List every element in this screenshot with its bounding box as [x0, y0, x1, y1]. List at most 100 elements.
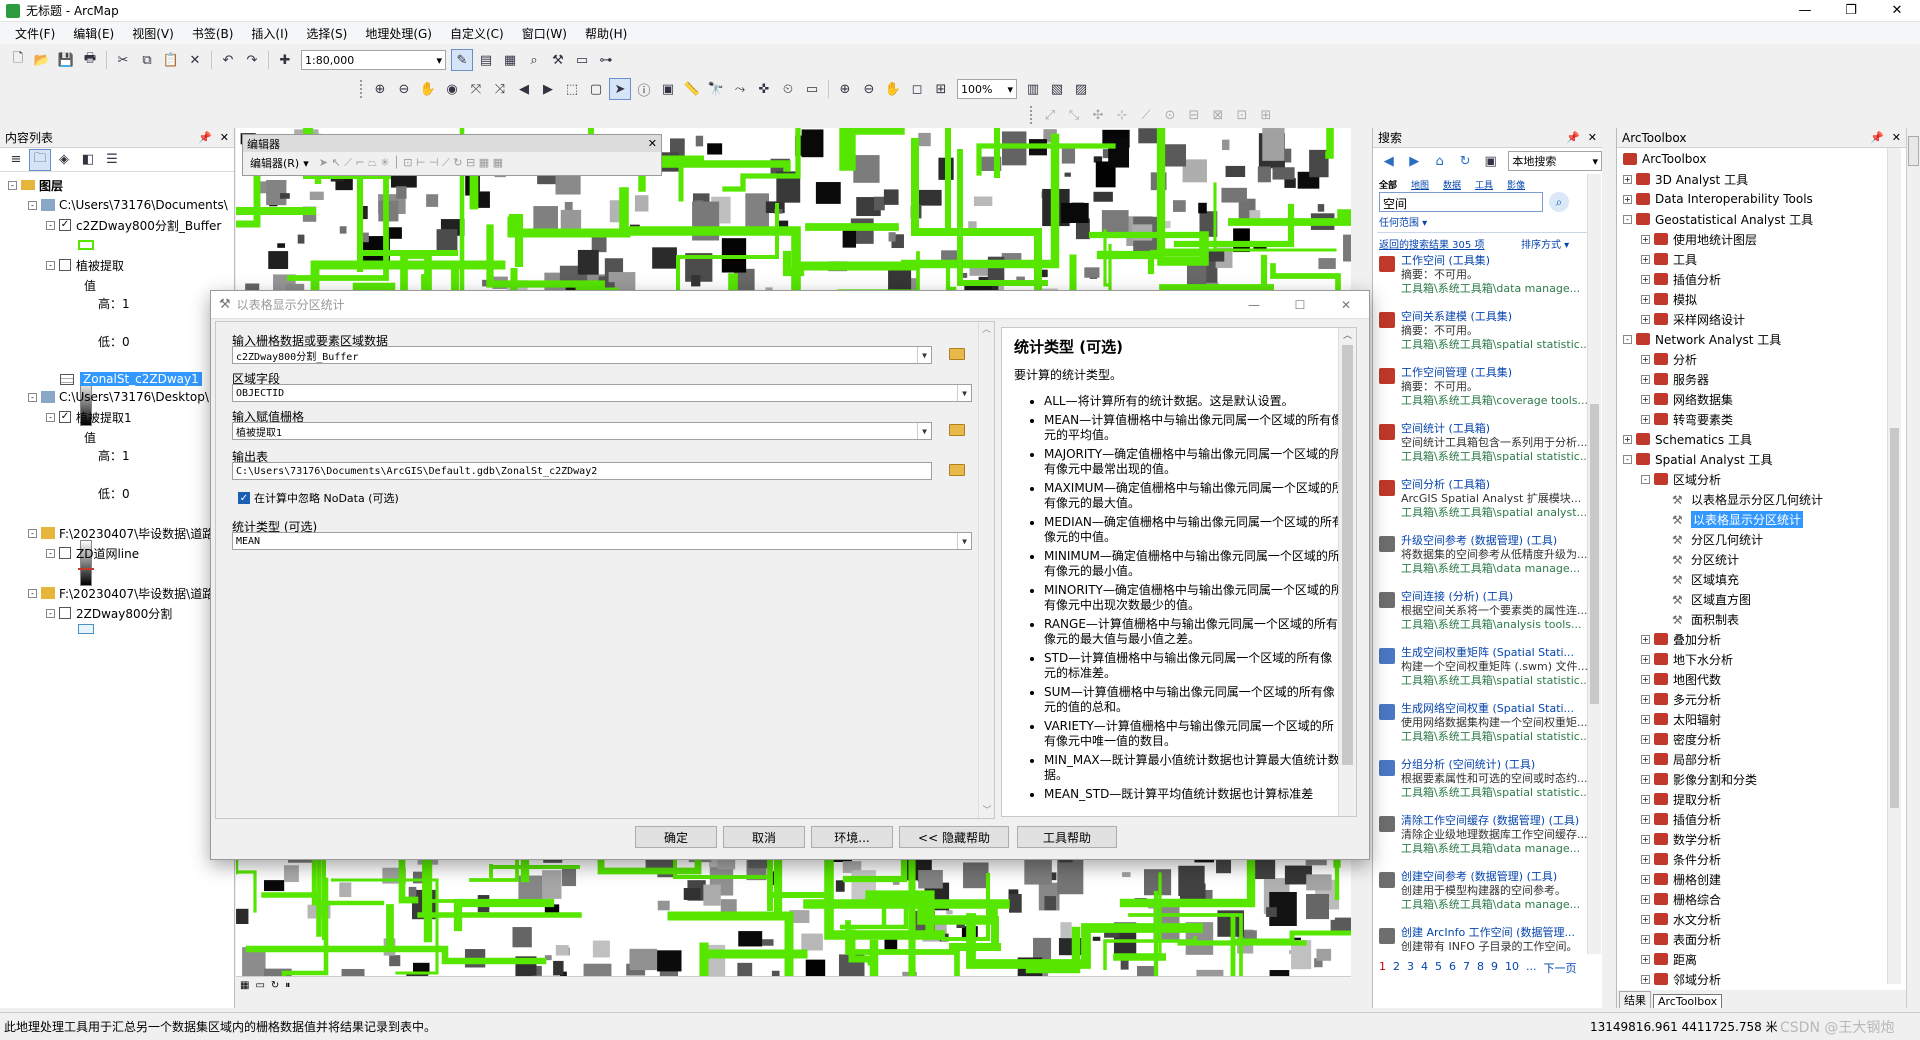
toolset-item[interactable]: + 表面分析	[1641, 930, 1721, 948]
extent-link[interactable]: 任何范围 ▾	[1379, 214, 1427, 229]
print-icon[interactable]: 🖶	[79, 49, 101, 71]
expand-icon[interactable]: +	[1641, 634, 1650, 644]
refresh-icon[interactable]: ↻	[1454, 150, 1475, 172]
search-result[interactable]: 生成网络空间权重 (Spatial Stati... 使用网络数据集构建一个空间权…	[1373, 702, 1587, 744]
toolset-item[interactable]: + 插值分析	[1641, 810, 1721, 828]
close-icon[interactable]: ✕	[1323, 298, 1369, 312]
menu-windows[interactable]: 窗口(W)	[513, 23, 576, 44]
open-icon[interactable]: 📂	[31, 49, 53, 71]
arctoolbox-root[interactable]: ArcToolbox	[1623, 150, 1706, 168]
layout-view-icon[interactable]: ▭	[255, 980, 264, 991]
close-icon[interactable]: ✕	[1588, 131, 1597, 144]
toolbox-tool-item[interactable]: ⚒ 区域直方图	[1659, 590, 1751, 608]
fixed-zoom-in-icon[interactable]: ⤧	[465, 78, 487, 100]
layout-zoom-in-icon[interactable]: ⊕	[834, 78, 856, 100]
expand-icon[interactable]: +	[1641, 734, 1650, 744]
pin-icon[interactable]: 📌	[1870, 131, 1884, 144]
toolbox-tool-item[interactable]: ⚒ 分区几何统计	[1659, 530, 1763, 548]
toolbox-tool-item[interactable]: ⚒ 区域填充	[1659, 570, 1739, 588]
search-result-title[interactable]: 空间分析 (工具箱)	[1401, 478, 1587, 492]
layer-visibility-checkbox[interactable]: ✓	[59, 219, 71, 231]
search-window-icon[interactable]: ⌕	[523, 49, 545, 71]
toggle-draft-icon[interactable]: ▥	[1022, 78, 1044, 100]
search-result[interactable]: 生成空间权重矩阵 (Spatial Stati... 构建一个空间权重矩阵 (.s…	[1373, 646, 1587, 688]
toolset-item[interactable]: + 提取分析	[1641, 790, 1721, 808]
layer-visibility-checkbox[interactable]	[59, 547, 71, 559]
toolset-item[interactable]: + 地下水分析	[1641, 650, 1733, 668]
toc-folder[interactable]: - C:\Users\73176\Desktop\	[28, 388, 209, 406]
maximize-button[interactable]: ❐	[1828, 0, 1874, 22]
toc-layer[interactable]: - ✓ 植被提取1	[46, 408, 132, 426]
toolset-item[interactable]: + 转弯要素类	[1641, 410, 1733, 428]
page-link[interactable]: 7	[1463, 960, 1470, 976]
catalog-window-icon[interactable]: ▦	[499, 49, 521, 71]
full-extent-icon[interactable]: ◉	[441, 78, 463, 100]
expand-icon[interactable]: +	[1641, 414, 1650, 424]
data-view-icon[interactable]: ▦	[240, 980, 249, 991]
search-result[interactable]: 空间关系建模 (工具集) 摘要：不可用。 工具箱\系统工具箱\spatial sta…	[1373, 310, 1587, 352]
expand-icon[interactable]: +	[1641, 834, 1650, 844]
menu-view[interactable]: 视图(V)	[123, 23, 183, 44]
catalog-dock-tab[interactable]	[1908, 136, 1919, 166]
home-icon[interactable]: ⌂	[1429, 150, 1450, 172]
toolbox-tool-item[interactable]: ⚒ 以表格显示分区几何统计	[1659, 490, 1823, 508]
expand-icon[interactable]: +	[1641, 394, 1650, 404]
toolset-item[interactable]: + 采样网络设计	[1641, 310, 1745, 328]
expand-icon[interactable]: +	[1641, 714, 1650, 724]
statistics-type-select[interactable]: MEAN ▼	[232, 532, 972, 550]
html-popup-icon[interactable]: ▣	[657, 78, 679, 100]
page-link[interactable]: 1	[1379, 960, 1386, 976]
ignore-nodata-option[interactable]: ✓ 在计算中忽略 NoData (可选)	[238, 490, 399, 506]
toolset-item[interactable]: + 条件分析	[1641, 850, 1721, 868]
tab-arctoolbox[interactable]: ArcToolbox	[1653, 994, 1723, 1008]
toolset-item[interactable]: + 影像分割和分类	[1641, 770, 1757, 788]
model-builder-icon[interactable]: ⊶	[595, 49, 617, 71]
redo-icon[interactable]: ↷	[241, 49, 263, 71]
expand-icon[interactable]: +	[1641, 794, 1650, 804]
search-result-title[interactable]: 空间连接 (分析) (工具)	[1401, 590, 1587, 604]
viewer-window-icon[interactable]: ▭	[801, 78, 823, 100]
python-window-icon[interactable]: ▭	[571, 49, 593, 71]
expand-icon[interactable]: +	[1623, 194, 1632, 204]
layout-full-icon[interactable]: ◻	[906, 78, 928, 100]
close-icon[interactable]: ✕	[220, 131, 229, 144]
toolset-item[interactable]: - Geostatistical Analyst 工具	[1623, 210, 1813, 228]
toolset-item[interactable]: + 工具	[1641, 250, 1697, 268]
expand-icon[interactable]: +	[1641, 274, 1650, 284]
output-table-field[interactable]: C:\Users\73176\Documents\ArcGIS\Default.…	[232, 462, 932, 480]
hide-help-button[interactable]: << 隐藏帮助	[899, 826, 1009, 848]
toolset-item[interactable]: + 邻域分析	[1641, 970, 1721, 988]
search-result-title[interactable]: 创建 ArcInfo 工作空间 (数据管理...	[1401, 926, 1587, 940]
add-data-icon[interactable]: ✚	[274, 49, 296, 71]
toolset-item[interactable]: + 密度分析	[1641, 730, 1721, 748]
toolset-item[interactable]: + Data Interoperability Tools	[1623, 190, 1813, 208]
new-document-icon[interactable]: 🗋	[7, 49, 29, 71]
browse-folder-icon[interactable]	[946, 344, 968, 364]
toolset-item[interactable]: - Network Analyst 工具	[1623, 330, 1781, 348]
cut-icon[interactable]: ✂	[112, 49, 134, 71]
goto-xy-icon[interactable]: ✜	[753, 78, 775, 100]
expand-icon[interactable]: +	[1641, 914, 1650, 924]
menu-edit[interactable]: 编辑(E)	[64, 23, 123, 44]
change-layout-icon[interactable]: ▨	[1070, 78, 1092, 100]
search-result-title[interactable]: 创建空间参考 (数据管理) (工具)	[1401, 870, 1587, 884]
close-icon[interactable]: ✕	[648, 137, 657, 150]
toolset-item[interactable]: + 使用地统计图层	[1641, 230, 1757, 248]
menu-customize[interactable]: 自定义(C)	[441, 23, 513, 44]
input-raster-field[interactable]: c2ZDway800分割_Buffer ▼	[232, 346, 932, 364]
list-by-drawing-order-icon[interactable]: ≡	[5, 149, 27, 171]
maximize-icon[interactable]: ☐	[1277, 298, 1323, 312]
select-elements-icon[interactable]: ➤	[609, 78, 631, 100]
expand-icon[interactable]: +	[1641, 774, 1650, 784]
search-input[interactable]: 空间	[1379, 192, 1543, 212]
list-by-selection-icon[interactable]: ◧	[77, 149, 99, 171]
arctoolbox-icon[interactable]: ⚒	[547, 49, 569, 71]
toolset-item[interactable]: + 网络数据集	[1641, 390, 1733, 408]
help-scrollbar[interactable]: ︿	[1338, 328, 1356, 816]
search-result-title[interactable]: 生成网络空间权重 (Spatial Stati...	[1401, 702, 1587, 716]
chevron-down-icon[interactable]: ▼	[957, 533, 971, 549]
toc-layer[interactable]: - ZD道网line	[46, 544, 139, 562]
expand-icon[interactable]: +	[1641, 654, 1650, 664]
menu-help[interactable]: 帮助(H)	[576, 23, 636, 44]
buffer-symbol[interactable]	[78, 236, 94, 254]
